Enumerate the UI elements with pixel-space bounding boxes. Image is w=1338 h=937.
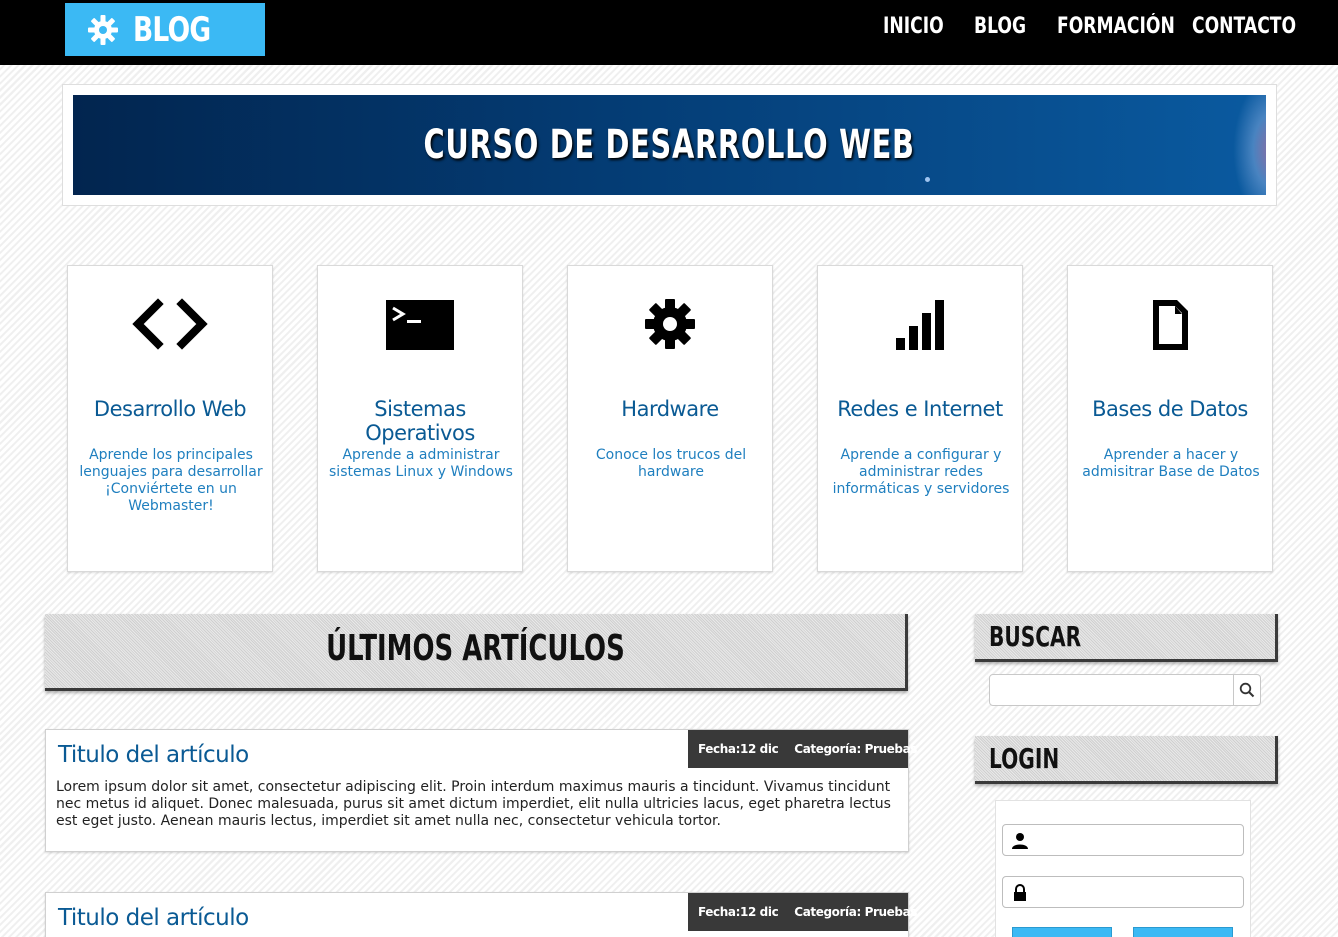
gear-icon	[645, 299, 695, 349]
user-icon	[1012, 833, 1028, 849]
terminal-icon	[386, 300, 454, 350]
card-hardware[interactable]: Hardware Conoce los trucos del hardware	[567, 265, 773, 572]
card-title[interactable]: Sistemas Operativos	[318, 397, 522, 445]
card-bases-de-datos[interactable]: Bases de Datos Aprender a hacer y admisi…	[1067, 265, 1273, 572]
course-banner[interactable]: CURSO DE DESARROLLO WEB	[73, 95, 1266, 195]
card-title[interactable]: Bases de Datos	[1068, 397, 1272, 421]
lock-icon	[1014, 884, 1026, 901]
search-input[interactable]	[989, 674, 1261, 706]
card-title[interactable]: Hardware	[568, 397, 772, 421]
search-icon	[1239, 682, 1255, 698]
article-meta: Fecha:12 dic Categoría: Pruebas	[688, 730, 917, 768]
banner-frame: CURSO DE DESARROLLO WEB	[62, 84, 1277, 206]
card-redes-internet[interactable]: Redes e Internet Aprende a configurar y …	[817, 265, 1023, 572]
articles-heading-bar: ÚLTIMOS ARTÍCULOS	[45, 614, 908, 691]
article-card: Titulo del artículo Fecha:12 dic Categor…	[45, 729, 917, 852]
login-heading: LOGIN	[989, 742, 1060, 775]
card-description: Aprende a configurar y administrar redes…	[832, 447, 1010, 497]
password-field[interactable]	[1002, 876, 1244, 908]
article-category[interactable]: Categoría: Pruebas	[794, 905, 917, 919]
article-meta: Fecha:12 dic Categoría: Pruebas	[688, 893, 917, 931]
card-sistemas-operativos[interactable]: Sistemas Operativos Aprende a administra…	[317, 265, 523, 572]
card-description: Aprende a administrar sistemas Linux y W…	[329, 447, 513, 480]
login-heading-bar: LOGIN	[975, 736, 1278, 784]
nav-contacto[interactable]: CONTACTO	[1192, 14, 1296, 39]
username-field[interactable]	[1002, 824, 1244, 856]
nav-blog[interactable]: BLOG	[974, 14, 1026, 39]
card-description: Aprende los principales lenguajes para d…	[79, 447, 263, 514]
card-desarrollo-web[interactable]: Desarrollo Web Aprende los principales l…	[67, 265, 273, 572]
article-date: Fecha:12 dic	[698, 905, 779, 919]
top-navbar: BLOG INICIO BLOG FORMACIÓN CONTACTO	[0, 0, 1338, 65]
logo-text: BLOG	[133, 9, 211, 50]
login-panel	[995, 800, 1251, 937]
search-heading: BUSCAR	[989, 620, 1082, 653]
blog-logo[interactable]: BLOG	[65, 3, 265, 56]
search-heading-bar: BUSCAR	[975, 614, 1278, 662]
article-card: Titulo del artículo Fecha:12 dic Categor…	[45, 892, 917, 937]
signal-bars-icon	[896, 300, 944, 350]
card-description: Conoce los trucos del hardware	[595, 447, 747, 480]
code-icon	[132, 298, 208, 350]
card-description: Aprender a hacer y admisitrar Base de Da…	[1082, 447, 1260, 480]
card-title[interactable]: Redes e Internet	[818, 397, 1022, 421]
nav-formacion[interactable]: FORMACIÓN	[1057, 14, 1175, 39]
card-title[interactable]: Desarrollo Web	[68, 397, 272, 421]
articles-heading: ÚLTIMOS ARTÍCULOS	[325, 628, 625, 669]
article-body: Lorem ipsum dolor sit amet, consectetur …	[56, 779, 891, 829]
article-date: Fecha:12 dic	[698, 742, 779, 756]
article-title[interactable]: Titulo del artículo	[58, 742, 249, 768]
banner-title: CURSO DE DESARROLLO WEB	[423, 122, 916, 168]
nav-inicio[interactable]: INICIO	[883, 14, 944, 39]
article-title[interactable]: Titulo del artículo	[58, 905, 249, 931]
gear-icon	[88, 14, 118, 45]
document-icon	[1153, 300, 1188, 350]
search-button[interactable]	[1233, 675, 1260, 705]
register-button[interactable]	[1133, 927, 1233, 937]
article-category[interactable]: Categoría: Pruebas	[794, 742, 917, 756]
login-button[interactable]	[1012, 927, 1112, 937]
